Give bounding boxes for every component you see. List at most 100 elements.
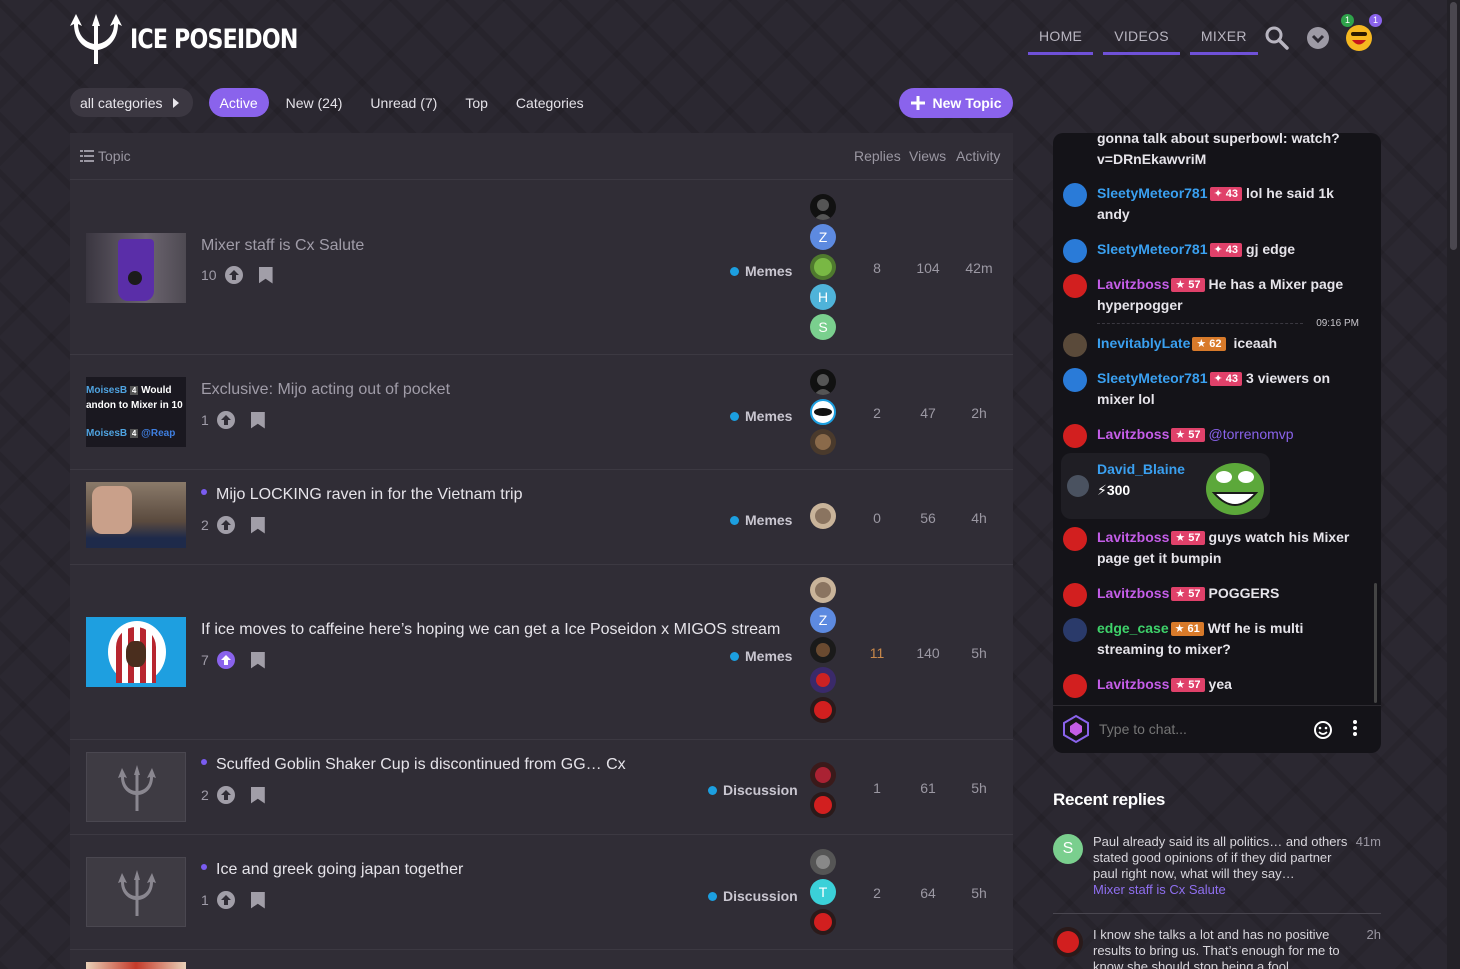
chat-avatar[interactable]: [1067, 475, 1089, 497]
topic-row[interactable]: [70, 950, 1013, 969]
topic-thumbnail[interactable]: [86, 962, 186, 969]
poster-avatar[interactable]: [810, 399, 836, 425]
poster-avatar[interactable]: H: [810, 284, 836, 310]
nav-home[interactable]: HOME: [1028, 20, 1094, 55]
chat-avatar[interactable]: [1063, 618, 1087, 642]
activity-time[interactable]: 4h: [959, 510, 999, 526]
topic-row[interactable]: If ice moves to caffeine here’s hoping w…: [70, 565, 1013, 740]
activity-time[interactable]: 42m: [959, 260, 999, 276]
bookmark-icon[interactable]: [250, 516, 265, 534]
activity-time[interactable]: 5h: [959, 780, 999, 796]
poster-avatar[interactable]: T: [810, 879, 836, 905]
chat-avatar[interactable]: [1063, 527, 1087, 551]
chat-username[interactable]: Lavitzboss: [1097, 529, 1169, 545]
topic-title[interactable]: Mixer staff is Cx Salute: [201, 237, 364, 255]
search-icon[interactable]: [1265, 26, 1289, 50]
column-views[interactable]: Views: [909, 148, 946, 164]
poster-avatar[interactable]: [810, 667, 836, 693]
chat-mention[interactable]: @torrenomvp: [1209, 426, 1294, 442]
poster-avatar[interactable]: [810, 194, 836, 220]
column-activity[interactable]: Activity: [956, 148, 1000, 164]
upvote-icon[interactable]: [224, 266, 243, 284]
topic-thumbnail[interactable]: MoisesB 4 Would andon to Mixer in 10 Moi…: [86, 377, 186, 447]
column-replies[interactable]: Replies: [854, 148, 901, 164]
category-badge[interactable]: Discussion: [708, 782, 798, 798]
chat-username[interactable]: SleetyMeteor781: [1097, 370, 1208, 386]
category-dropdown[interactable]: all categories: [70, 88, 193, 117]
category-badge[interactable]: Discussion: [708, 888, 798, 904]
emoji-icon[interactable]: [1313, 720, 1333, 740]
topic-row[interactable]: Ice and greek going japan together 1 Dis…: [70, 835, 1013, 950]
topic-title[interactable]: Scuffed Goblin Shaker Cup is discontinue…: [201, 756, 626, 774]
topic-title[interactable]: Exclusive: Mijo acting out of pocket: [201, 381, 450, 399]
reply-avatar[interactable]: [1053, 927, 1083, 957]
chat-sticker-card[interactable]: David_Blaine ⚡300: [1061, 453, 1270, 519]
reply-avatar[interactable]: S: [1053, 834, 1083, 864]
category-badge[interactable]: Memes: [730, 263, 792, 279]
reply-topic-link[interactable]: Mixer staff is Cx Salute: [1093, 882, 1351, 898]
chat-username[interactable]: Lavitzboss: [1097, 676, 1169, 692]
chat-avatar[interactable]: [1063, 674, 1087, 698]
site-logo[interactable]: ICE POSEIDON: [68, 12, 334, 66]
poster-avatar[interactable]: [810, 503, 836, 529]
recent-reply-item[interactable]: I know she talks a lot and has no positi…: [1053, 927, 1381, 969]
chat-avatar[interactable]: [1063, 274, 1087, 298]
category-badge[interactable]: Memes: [730, 648, 792, 664]
upvote-icon[interactable]: [216, 786, 235, 804]
nav-mixer[interactable]: MIXER: [1189, 20, 1258, 55]
page-scrollbar[interactable]: [1447, 0, 1460, 969]
chat-avatar[interactable]: [1063, 333, 1087, 357]
chat-username[interactable]: Lavitzboss: [1097, 585, 1169, 601]
topic-thumbnail[interactable]: [86, 752, 186, 822]
chevron-down-icon[interactable]: [1306, 26, 1330, 50]
chat-avatar[interactable]: [1063, 583, 1087, 607]
tab-unread[interactable]: Unread (7): [359, 88, 448, 117]
bookmark-icon[interactable]: [258, 266, 273, 284]
poster-avatar[interactable]: [810, 909, 836, 935]
chat-avatar[interactable]: [1063, 239, 1087, 263]
tab-active[interactable]: Active: [208, 88, 269, 117]
tab-categories[interactable]: Categories: [505, 88, 595, 117]
topic-thumbnail[interactable]: [86, 482, 186, 548]
topic-row[interactable]: Scuffed Goblin Shaker Cup is discontinue…: [70, 740, 1013, 835]
bookmark-icon[interactable]: [250, 411, 265, 429]
chat-input[interactable]: [1099, 718, 1299, 740]
channel-points-icon[interactable]: [1061, 714, 1091, 744]
chat-username[interactable]: SleetyMeteor781: [1097, 241, 1208, 257]
chat-username[interactable]: Lavitzboss: [1097, 276, 1169, 292]
upvote-icon[interactable]: [216, 516, 235, 534]
new-topic-button[interactable]: New Topic: [899, 88, 1013, 118]
activity-time[interactable]: 5h: [959, 645, 999, 661]
chat-scrollbar[interactable]: [1374, 583, 1377, 703]
chat-avatar[interactable]: [1063, 183, 1087, 207]
bookmark-icon[interactable]: [250, 786, 265, 804]
poster-avatar[interactable]: [810, 792, 836, 818]
topic-row[interactable]: MoisesB 4 Would andon to Mixer in 10 Moi…: [70, 355, 1013, 470]
topic-row[interactable]: Mixer staff is Cx Salute 10 Memes Z H S …: [70, 180, 1013, 355]
poster-avatar[interactable]: Z: [810, 607, 836, 633]
poster-avatar[interactable]: [810, 369, 836, 395]
upvote-icon[interactable]: [216, 651, 235, 669]
poster-avatar[interactable]: [810, 637, 836, 663]
topic-title[interactable]: If ice moves to caffeine here’s hoping w…: [201, 621, 780, 639]
poster-avatar[interactable]: [810, 762, 836, 788]
chat-username[interactable]: InevitablyLate: [1097, 335, 1190, 351]
topic-row[interactable]: Mijo LOCKING raven in for the Vietnam tr…: [70, 470, 1013, 565]
tab-new[interactable]: New (24): [275, 88, 354, 117]
chat-username[interactable]: SleetyMeteor781: [1097, 185, 1208, 201]
topic-thumbnail[interactable]: [86, 617, 186, 687]
category-badge[interactable]: Memes: [730, 408, 792, 424]
poster-avatar[interactable]: Z: [810, 224, 836, 250]
nav-videos[interactable]: VIDEOS: [1103, 20, 1180, 55]
upvote-icon[interactable]: [216, 411, 235, 429]
topic-title[interactable]: Ice and greek going japan together: [201, 861, 463, 879]
chat-avatar[interactable]: [1063, 424, 1087, 448]
tab-top[interactable]: Top: [454, 88, 499, 117]
poster-avatar[interactable]: [810, 254, 836, 280]
recent-reply-item[interactable]: S Paul already said its all politics… an…: [1053, 834, 1381, 914]
sticker-username[interactable]: David_Blaine: [1097, 461, 1185, 477]
more-options-icon[interactable]: [1351, 719, 1359, 737]
activity-time[interactable]: 5h: [959, 885, 999, 901]
bookmark-icon[interactable]: [250, 651, 265, 669]
bookmark-icon[interactable]: [250, 891, 265, 909]
